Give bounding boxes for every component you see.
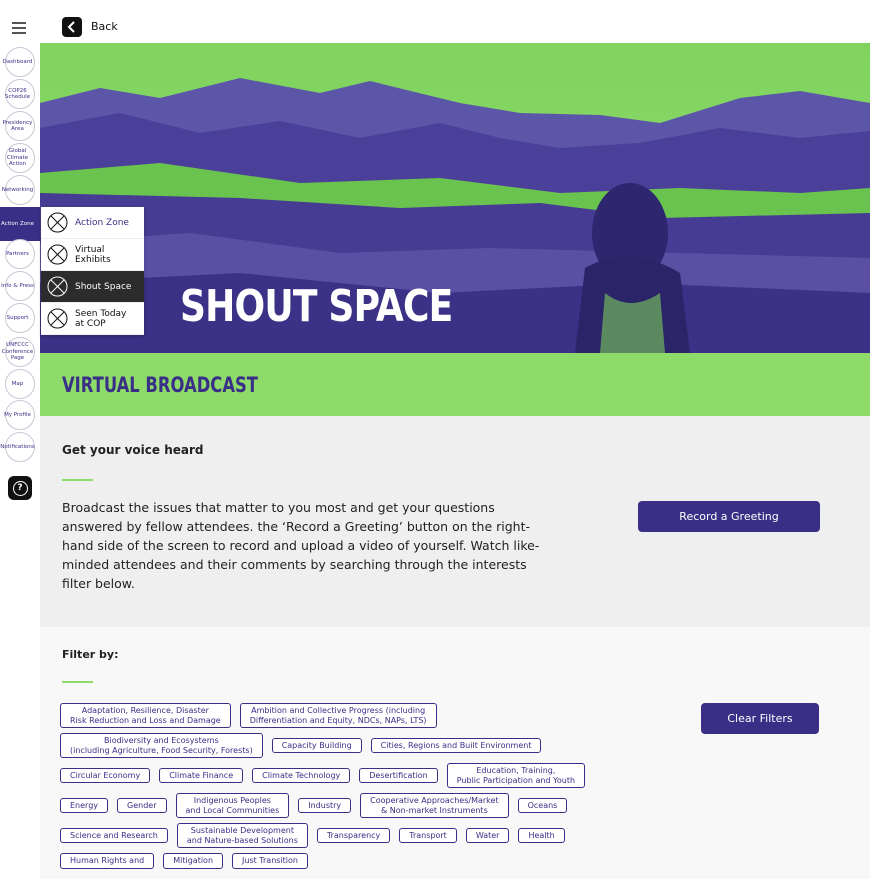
filter-tag[interactable]: Industry — [298, 797, 352, 814]
filter-tag[interactable]: Just Transition — [232, 853, 308, 869]
filter-tag[interactable]: Oceans — [517, 797, 568, 814]
nav-item-label: Support — [6, 314, 29, 321]
nav-item-presidency-area[interactable]: Presidency Area — [3, 111, 35, 141]
nav-item-label: Dashboard — [2, 58, 33, 65]
clear-filters-button[interactable]: Clear Filters — [701, 703, 819, 734]
filter-tag[interactable]: Mitigation — [163, 853, 224, 869]
nav-item-label: Map — [11, 380, 24, 387]
heading-accent-line — [62, 479, 93, 481]
tag-row: Energy Gender Indigenous Peoples and Local … — [60, 793, 640, 818]
help-button[interactable]: ? — [8, 476, 32, 500]
circle-x-icon — [47, 244, 68, 265]
back-button[interactable] — [62, 17, 82, 37]
nav-item-label: UNFCCC Conference Page — [1, 342, 34, 362]
nav-item-label: Action Zone — [1, 220, 34, 227]
filter-tag[interactable]: Transparency — [316, 827, 391, 844]
submenu-item-label: Seen Today at COP — [75, 308, 127, 329]
record-greeting-button[interactable]: Record a Greeting — [638, 501, 820, 532]
submenu-item-virtual-exhibits[interactable]: Virtual Exhibits — [41, 239, 144, 271]
top-bar: Back — [40, 10, 870, 43]
nav-item-label: Notifications — [0, 443, 35, 450]
tag-row: Science and Research Sustainable Developm… — [60, 823, 640, 848]
filter-tag[interactable]: Education, Training, Public Participation… — [446, 763, 586, 788]
hero-banner: SHOUT SPACE — [40, 43, 870, 353]
nav-item-notifications[interactable]: Notifications — [0, 432, 35, 462]
nav-item-info-press[interactable]: Info & Press — [1, 271, 35, 301]
filter-tag[interactable]: Energy — [60, 797, 109, 814]
chevron-left-icon — [67, 21, 75, 33]
filter-tag[interactable]: Capacity Building — [271, 737, 362, 754]
back-label[interactable]: Back — [91, 20, 118, 33]
nav-item-label: Info & Press — [1, 282, 34, 289]
nav-item-label: Networking — [1, 186, 34, 193]
filter-tag[interactable]: Water — [465, 827, 510, 844]
submenu-item-seen-today-at-cop[interactable]: Seen Today at COP — [41, 303, 144, 335]
nav-item-label: My Profile — [4, 411, 31, 418]
submenu-item-action-zone[interactable]: Action Zone — [41, 207, 144, 239]
tag-row: Circular Economy Climate Finance Climate T… — [60, 763, 640, 788]
action-zone-submenu: Action Zone Virtual Exhibits Shout Space Se… — [41, 207, 144, 335]
section-title: VIRTUAL BROADCAST — [62, 373, 258, 397]
nav-item-my-profile[interactable]: My Profile — [4, 400, 35, 430]
filter-tag[interactable]: Adaptation, Resilience, Disaster Risk Red… — [60, 703, 231, 728]
filter-tag[interactable]: Sustainable Development and Nature-based … — [176, 823, 308, 848]
filter-tag[interactable]: Ambition and Collective Progress (includ… — [239, 703, 437, 728]
nav-item-partners[interactable]: Partners — [5, 239, 35, 269]
filter-tag[interactable]: Climate Finance — [159, 767, 244, 784]
menu-icon[interactable] — [12, 22, 26, 34]
circle-x-icon — [47, 308, 68, 329]
filter-heading: Filter by: — [62, 648, 119, 661]
circle-x-icon — [47, 276, 68, 297]
submenu-item-label: Virtual Exhibits — [75, 244, 111, 265]
hero-landscape-image — [40, 43, 870, 353]
hero-title: SHOUT SPACE — [180, 281, 453, 332]
tag-row: Human Rights and Mitigation Just Transitio… — [60, 853, 640, 869]
submenu-item-label: Shout Space — [75, 281, 132, 292]
nav-item-label: COP26 Schedule — [4, 87, 31, 101]
filter-tag[interactable]: Biodiversity and Ecosystems (including Ag… — [60, 733, 263, 758]
filter-tag[interactable]: Desertification — [359, 767, 438, 784]
filter-tag[interactable]: Circular Economy — [60, 767, 151, 784]
filter-tag[interactable]: Indigenous Peoples and Local Communities — [175, 793, 290, 818]
question-icon: ? — [12, 480, 28, 496]
intro-heading: Get your voice heard — [62, 443, 204, 457]
intro-description: Broadcast the issues that matter to you … — [62, 500, 540, 591]
section-band: VIRTUAL BROADCAST — [40, 353, 870, 416]
filter-tag[interactable]: Cities, Regions and Built Environment — [370, 737, 542, 754]
filter-tag[interactable]: Science and Research — [60, 827, 168, 844]
tag-row: Adaptation, Resilience, Disaster Risk Red… — [60, 703, 640, 728]
side-nav: Dashboard COP26 Schedule Presidency Area Gl… — [0, 0, 40, 879]
nav-item-cop26-schedule[interactable]: COP26 Schedule — [5, 79, 35, 109]
nav-item-label: Partners — [6, 250, 29, 257]
filter-tag[interactable]: Health — [518, 827, 565, 844]
filter-tag[interactable]: Transport — [399, 827, 457, 844]
nav-item-dashboard[interactable]: Dashboard — [3, 47, 35, 77]
nav-item-support[interactable]: Support — [5, 303, 35, 333]
nav-item-label: Presidency Area — [2, 119, 33, 133]
filter-tag[interactable]: Gender — [117, 797, 167, 814]
nav-item-unfccc-conference-page[interactable]: UNFCCC Conference Page — [2, 337, 35, 367]
intro-section: Get your voice heard Broadcast the issue… — [40, 416, 870, 627]
circle-x-icon — [47, 212, 68, 233]
nav-item-networking[interactable]: Networking — [2, 175, 35, 205]
submenu-item-shout-space[interactable]: Shout Space — [41, 271, 144, 303]
filter-tags: Adaptation, Resilience, Disaster Risk Red… — [60, 703, 640, 874]
tag-row: Biodiversity and Ecosystems (including Ag… — [60, 733, 640, 758]
filter-tag[interactable]: Human Rights and — [60, 853, 155, 869]
filter-section: Filter by: Adaptation, Resilience, Disas… — [40, 627, 870, 879]
nav-item-map[interactable]: Map — [5, 369, 35, 399]
filter-accent-line — [62, 681, 93, 683]
filter-tag[interactable]: Climate Technology — [252, 767, 351, 784]
submenu-item-label: Action Zone — [75, 217, 129, 228]
nav-item-global-climate-action[interactable]: Global Climate Action — [5, 143, 35, 173]
nav-item-action-zone[interactable]: Action Zone — [0, 207, 40, 241]
nav-item-label: Global Climate Action — [6, 148, 29, 168]
filter-tag[interactable]: Cooperative Approaches/Market & Non-marke… — [360, 793, 509, 818]
